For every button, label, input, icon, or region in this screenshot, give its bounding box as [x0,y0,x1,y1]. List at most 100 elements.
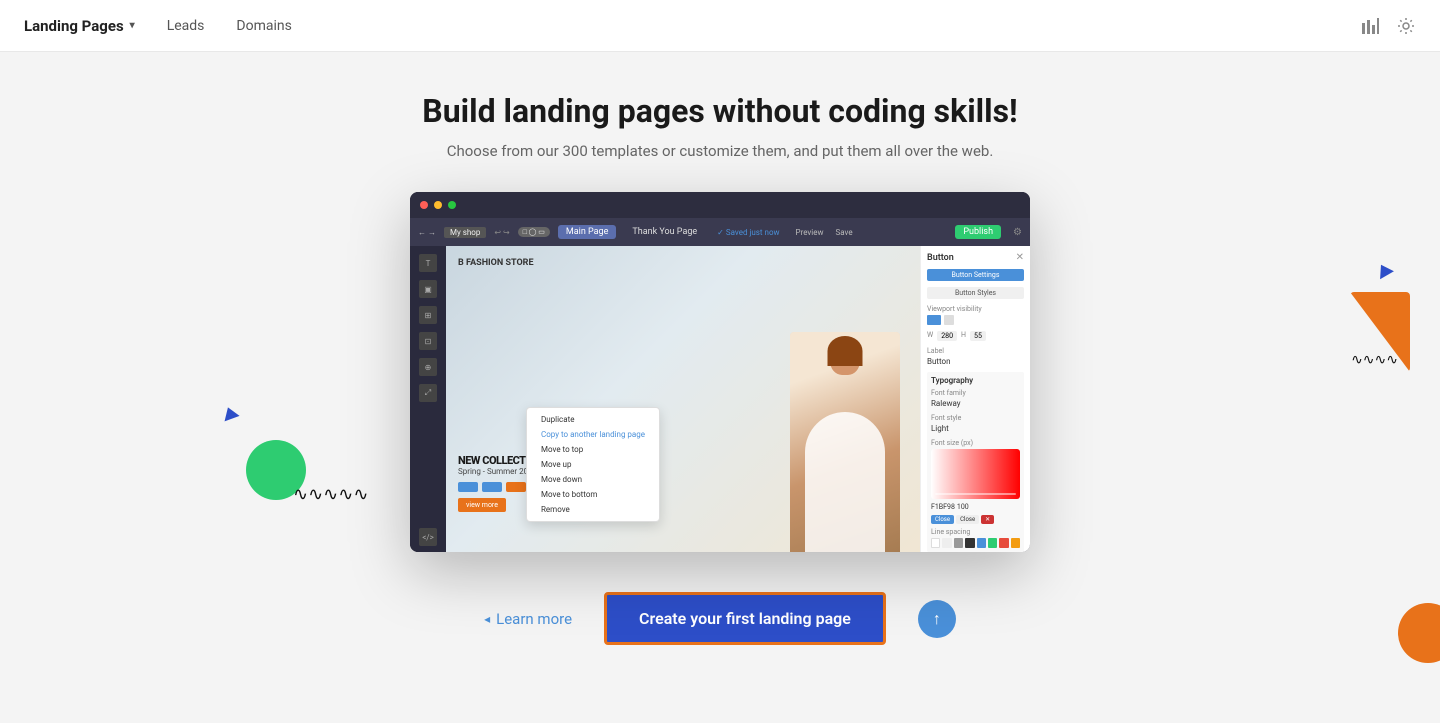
delete-btn[interactable]: ✕ [981,515,994,524]
publish-button[interactable]: Publish [955,225,1001,239]
deco-arrow-left [222,407,238,419]
mockup-panel-right: Button ✕ Button Settings Button Styles V… [920,246,1030,552]
height-value[interactable]: 55 [970,331,986,341]
color-picker[interactable] [931,449,1020,499]
swatch-orange[interactable] [1011,538,1020,548]
deco-arrow-right [1376,264,1392,276]
mockup-titlebar [410,192,1030,218]
swatch-dark[interactable] [965,538,974,548]
canvas-background: B FASHION STORE [446,246,920,552]
panel-title: Button [927,253,954,263]
upload-button[interactable]: ↑ [918,600,956,638]
sidebar-text-icon[interactable]: T [419,254,437,272]
canvas-brand: B FASHION STORE [458,258,534,268]
deco-circle-orange [1398,603,1440,663]
canvas-btn-2 [482,482,502,492]
canvas-model [790,332,900,552]
swatch-gray[interactable] [954,538,963,548]
learn-more-arrow: ◂ [484,612,490,626]
context-menu: Duplicate Copy to another landing page M… [526,407,660,522]
context-move-down[interactable]: Move down [527,472,659,487]
context-copy[interactable]: Copy to another landing page [527,427,659,442]
context-remove[interactable]: Remove [527,502,659,517]
nav-logo[interactable]: Landing Pages ▾ [24,17,135,35]
navbar: Landing Pages ▾ Leads Domains [0,0,1440,52]
model-dress [805,412,885,552]
width-label: W [927,331,933,339]
toolbar-tab-main[interactable]: Main Page [558,225,617,239]
line-spacing-label: Line spacing [931,528,1020,536]
create-landing-page-button[interactable]: Create your first landing page [604,592,886,645]
context-move-top[interactable]: Move to top [527,442,659,457]
color-swatches [931,538,1020,548]
font-style-value: Light [931,424,1020,433]
nav-left: Landing Pages ▾ Leads Domains [24,17,292,35]
main-content: ∿∿∿∿∿ ∿∿∿∿ Build landing pages without c… [0,52,1440,645]
sidebar-code-icon[interactable]: </> [419,528,437,546]
upload-icon: ↑ [933,609,941,629]
sidebar-layout-icon[interactable]: ⊡ [419,332,437,350]
swatch-white[interactable] [931,538,940,548]
font-family-label: Font family [931,389,1020,397]
learn-more-label: Learn more [496,610,572,628]
chart-icon[interactable] [1360,16,1380,36]
canvas-btn-3 [506,482,526,492]
nav-right [1360,16,1416,36]
panel-header: Button ✕ [927,252,1024,263]
panel-tab-row-2: Button Styles [927,287,1024,299]
close-btn-2[interactable]: Close [956,515,979,524]
mockup-window: ← → My shop ↩ ↪ □ ◯ ▭ Main Page Thank Yo… [410,192,1030,552]
context-move-up[interactable]: Move up [527,457,659,472]
panel-tab-settings[interactable]: Button Settings [927,269,1024,281]
mockup-container: ← → My shop ↩ ↪ □ ◯ ▭ Main Page Thank Yo… [410,192,1030,552]
dot-red [420,201,428,209]
mockup-canvas[interactable]: B FASHION STORE [446,246,920,552]
hero-subtitle: Choose from our 300 templates or customi… [447,142,994,160]
learn-more-button[interactable]: ◂ Learn more [484,610,572,628]
model-figure [790,332,900,552]
logo-label: Landing Pages [24,17,124,35]
logo-chevron: ▾ [130,20,135,31]
settings-icon[interactable] [1396,16,1416,36]
font-size-label: Font size (px) [931,439,1020,447]
swatch-red[interactable] [999,538,1008,548]
color-hex: F1BF98 [931,503,955,511]
mockup-sidebar-left: T ▣ ⊞ ⊡ ⊕ ⤢ </> [410,246,446,552]
panel-tab-row: Button Settings [927,269,1024,281]
typography-section: Typography Font family Raleway Font styl… [927,372,1024,552]
label-value: Button [927,357,1024,366]
label-label: Label [927,347,1024,355]
mockup-toolbar: ← → My shop ↩ ↪ □ ◯ ▭ Main Page Thank Yo… [410,218,1030,246]
context-move-bottom[interactable]: Move to bottom [527,487,659,502]
swatch-light[interactable] [942,538,951,548]
sidebar-resize-icon[interactable]: ⤢ [419,384,437,402]
swatch-green[interactable] [988,538,997,548]
close-btn-1[interactable]: Close [931,515,954,524]
viewport-desktop[interactable] [927,315,941,325]
deco-wave-right: ∿∿∿∿ [1351,352,1398,368]
sidebar-move-icon[interactable]: ⊕ [419,358,437,376]
dot-yellow [434,201,442,209]
swatch-blue[interactable] [977,538,986,548]
context-duplicate[interactable]: Duplicate [527,412,659,427]
canvas-viewmore[interactable]: view more [458,498,506,512]
nav-link-domains[interactable]: Domains [236,18,291,34]
hero-title: Build landing pages without coding skill… [422,92,1017,130]
panel-tab-styles[interactable]: Button Styles [927,287,1024,299]
mockup-body: T ▣ ⊞ ⊡ ⊕ ⤢ </> B FASHION STORE [410,246,1030,552]
color-action-row: Close Close ✕ [931,515,1020,524]
deco-wave-left: ∿∿∿∿∿ [293,484,368,505]
nav-link-leads[interactable]: Leads [167,18,205,34]
panel-viewport-label: Viewport visibility [927,305,1024,313]
typography-title: Typography [931,376,1020,385]
sidebar-image-icon[interactable]: ▣ [419,280,437,298]
action-row: ◂ Learn more Create your first landing p… [484,592,956,645]
sidebar-widget-icon[interactable]: ⊞ [419,306,437,324]
viewport-mobile[interactable] [944,315,954,325]
font-style-label: Font style [931,414,1020,422]
color-opacity: 100 [957,503,969,511]
width-value[interactable]: 280 [937,331,957,341]
toolbar-tab-thankyou[interactable]: Thank You Page [624,225,705,239]
dot-green [448,201,456,209]
height-label: H [961,331,966,339]
